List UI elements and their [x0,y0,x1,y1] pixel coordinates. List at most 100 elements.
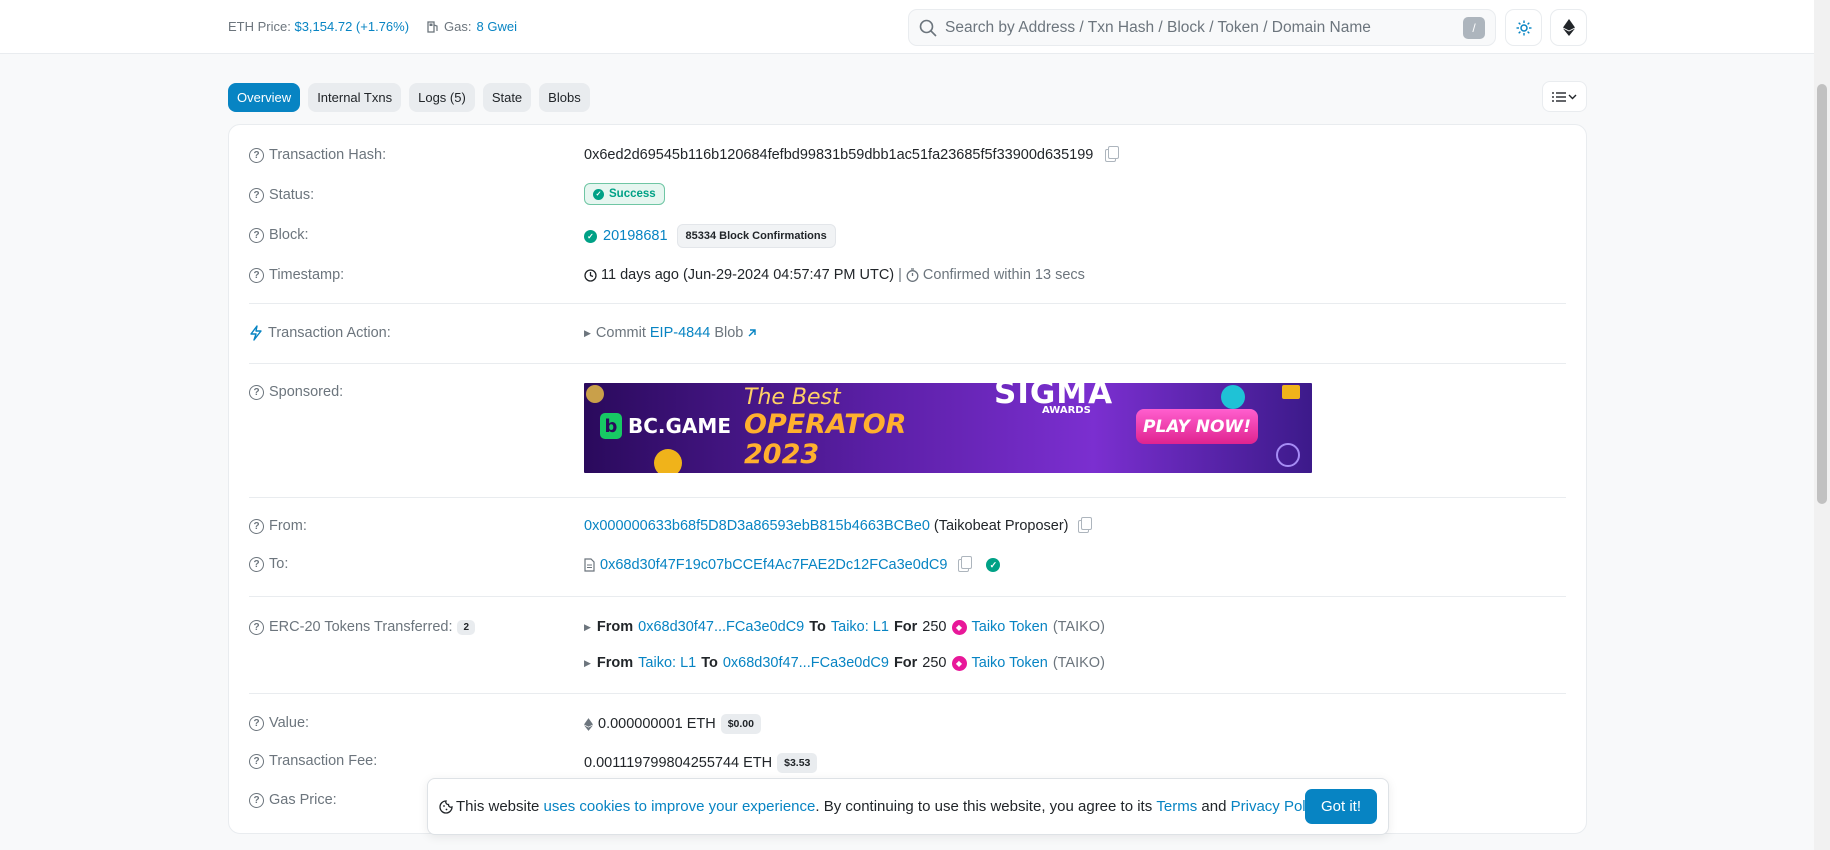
help-icon[interactable]: ? [249,556,264,572]
token-transfer-row: ▶ From 0x68d30f47...FCa3e0dC9 To Taiko: … [584,619,1105,635]
transfer-from-link[interactable]: Taiko: L1 [638,655,696,671]
gas-pump-icon [427,20,438,33]
chevron-down-icon [1568,94,1577,99]
help-icon[interactable]: ? [249,619,264,635]
list-icon [1552,91,1566,102]
cookie-icon [439,799,453,814]
token-transfer-row: ▶ From Taiko: L1 To 0x68d30f47...FCa3e0d… [584,655,1105,671]
gas-info: Gas: 8 Gwei [427,19,517,34]
separator: | [898,267,902,283]
status-label-wrap: ? Status: [249,187,314,203]
help-icon[interactable]: ? [249,518,264,534]
token-link[interactable]: Taiko Token [972,655,1048,671]
tx-tabs: Overview Internal Txns Logs (5) State Bl… [228,83,590,112]
block-label-wrap: ? Block: [249,227,309,243]
help-icon[interactable]: ? [249,227,264,243]
cookie-accept-button[interactable]: Got it! [1304,789,1377,824]
sponsored-label-wrap: ? Sponsored: [249,384,343,400]
caret-right-icon: ▶ [584,327,591,338]
cookie-consent-banner: This website uses cookies to improve you… [427,778,1389,835]
ad-play-now-button[interactable]: PLAY NOW! [1136,409,1258,444]
value-usd-badge: $0.00 [720,714,761,734]
divider [249,497,1566,498]
cookie-policy-link[interactable]: uses cookies to improve your experience [544,798,816,815]
help-icon[interactable]: ? [249,147,264,163]
ethereum-icon [584,717,593,731]
divider [249,596,1566,597]
transaction-details-card: ? Transaction Hash: 0x6ed2d69545b116b1206… [228,124,1587,834]
help-icon[interactable]: ? [249,384,264,400]
help-icon[interactable]: ? [249,792,264,808]
copy-icon[interactable] [1078,516,1093,533]
block-confirmations-badge: 85334 Block Confirmations [676,224,836,248]
clock-icon [584,268,597,282]
timestamp-value: 11 days ago (Jun-29-2024 04:57:47 PM UTC… [601,267,895,283]
coin-decoration [1221,385,1245,409]
status-badge: ✓ Success [584,183,665,205]
timestamp-value-wrap: 11 days ago (Jun-29-2024 04:57:47 PM UTC… [584,267,1085,283]
to-address-link[interactable]: 0x68d30f47F19c07bCCEf4Ac7FAE2Dc12FCa3e0d… [600,557,947,573]
from-value-wrap: 0x000000633b68f5D8D3a86593ebB815b4663BCB… [584,516,1093,534]
network-switch-button[interactable] [1550,9,1587,46]
external-link-icon[interactable] [747,328,757,338]
transfer-to-link[interactable]: 0x68d30f47...FCa3e0dC9 [723,655,889,671]
lightning-icon [250,325,262,341]
value-eth: 0.000000001 ETH [598,716,716,732]
tab-blobs[interactable]: Blobs [539,83,590,112]
token-link[interactable]: Taiko Token [972,619,1048,635]
transfer-to-link[interactable]: Taiko: L1 [831,619,889,635]
gas-price-label-wrap: ? Gas Price: [249,792,337,808]
fee-label-wrap: ? Transaction Fee: [249,753,377,769]
help-icon[interactable]: ? [249,753,264,769]
eip-link[interactable]: EIP-4844 [650,325,710,341]
taiko-token-icon: ◆ [951,655,967,671]
ad-brand: b BC.GAME [600,413,731,439]
coin-decoration [1276,443,1300,467]
help-icon[interactable]: ? [249,267,264,283]
gas-value[interactable]: 8 Gwei [477,19,517,34]
page-scrollbar[interactable] [1814,0,1830,850]
ad-badge-icon [1282,385,1300,399]
theme-toggle-button[interactable] [1505,9,1542,46]
copy-icon[interactable] [1105,145,1120,162]
help-icon[interactable]: ? [249,187,264,203]
search-input[interactable] [945,18,1463,37]
tab-internal-txns[interactable]: Internal Txns [308,83,402,112]
from-address-link[interactable]: 0x000000633b68f5D8D3a86593ebB815b4663BCB… [584,518,930,534]
ethereum-icon [1562,19,1575,36]
eth-price-value[interactable]: $3,154.72 (+1.76%) [294,19,409,34]
caret-right-icon: ▶ [584,657,591,668]
confirmed-within: Confirmed within 13 secs [922,267,1085,283]
stopwatch-icon [906,268,919,282]
check-circle-icon: ✓ [593,188,604,200]
search-box[interactable]: / [908,9,1496,46]
value-value-wrap: 0.000000001 ETH $0.00 [584,714,761,734]
help-icon[interactable]: ? [249,715,264,731]
eth-price: ETH Price: $3,154.72 (+1.76%) [228,19,410,34]
divider [249,303,1566,304]
divider [249,363,1566,364]
status-value-wrap: ✓ Success [584,183,665,205]
tab-overview[interactable]: Overview [228,83,301,112]
eth-price-info: ETH Price: $3,154.72 (+1.76%) Gas: 8 Gwe… [228,19,517,34]
to-value-wrap: 0x68d30f47F19c07bCCEf4Ac7FAE2Dc12FCa3e0d… [584,555,1001,573]
sponsored-ad-banner[interactable]: b BC.GAME The Best OPERATOR 2023 SIGMA A… [584,383,1312,473]
tx-hash-label-wrap: ? Transaction Hash: [249,147,386,163]
terms-link[interactable]: Terms [1156,798,1197,815]
fee-value-wrap: 0.001119799804255744 ETH $3.53 [584,753,818,773]
scrollbar-thumb[interactable] [1817,84,1827,504]
tab-state[interactable]: State [482,83,532,112]
file-contract-icon [584,558,595,572]
check-circle-icon: ✓ [584,229,597,243]
action-value-wrap: ▶ Commit EIP-4844 Blob [584,325,757,341]
tab-logs[interactable]: Logs (5) [409,83,475,112]
bcgame-logo-icon: b [600,413,622,439]
view-options-button[interactable] [1542,81,1587,112]
block-number-link[interactable]: 20198681 [603,228,668,244]
value-label-wrap: ? Value: [249,715,309,731]
top-bar: ETH Price: $3,154.72 (+1.76%) Gas: 8 Gwe… [0,0,1814,54]
erc20-label-wrap: ? ERC-20 Tokens Transferred: 2 [249,619,476,635]
copy-icon[interactable] [958,555,973,572]
caret-right-icon: ▶ [584,621,591,632]
transfer-from-link[interactable]: 0x68d30f47...FCa3e0dC9 [638,619,804,635]
